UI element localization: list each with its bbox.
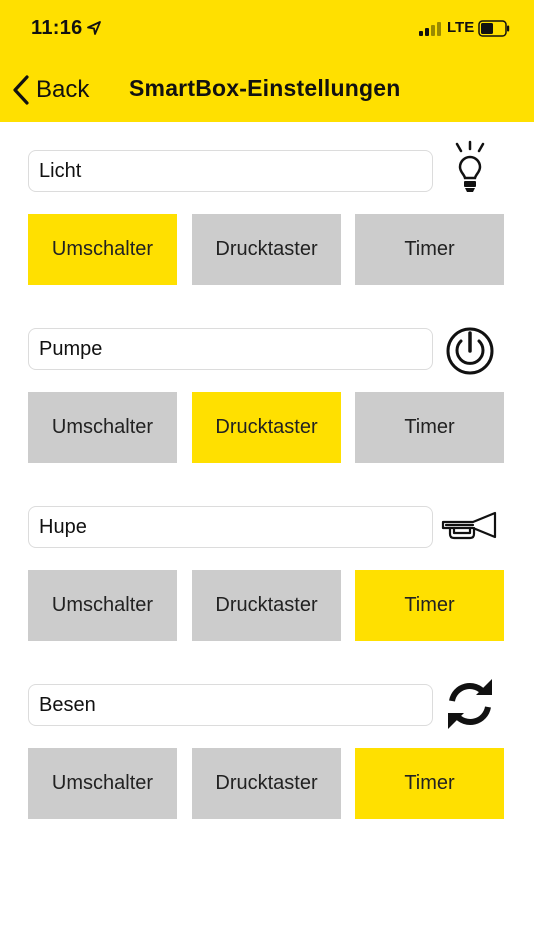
network-type: LTE [447,19,475,36]
power-icon [446,327,494,375]
top-bar: 11:16 LTE Back SmartBox-Einstellungen [0,0,534,122]
battery-icon [478,20,510,37]
mode-button-umschalter[interactable]: Umschalter [28,570,177,641]
back-button[interactable]: Back [10,70,89,110]
device-name-field[interactable] [28,506,433,548]
mode-button-drucktaster[interactable]: Drucktaster [192,570,341,641]
device-name-field[interactable] [28,684,433,726]
chevron-left-icon [13,75,29,105]
mode-button-drucktaster[interactable]: Drucktaster [192,214,341,285]
back-label: Back [36,76,90,103]
device-section-hupe: Umschalter Drucktaster Timer [0,506,534,646]
lightbulb-icon [455,140,485,192]
mode-button-timer[interactable]: Timer [355,392,504,463]
device-section-licht: Umschalter Drucktaster Timer [0,140,534,290]
mode-button-umschalter[interactable]: Umschalter [28,392,177,463]
mode-button-umschalter[interactable]: Umschalter [28,214,177,285]
mode-button-drucktaster[interactable]: Drucktaster [192,748,341,819]
horn-icon [441,511,497,540]
device-name-field[interactable] [28,150,433,192]
mode-button-timer[interactable]: Timer [355,570,504,641]
device-section-pumpe: Umschalter Drucktaster Timer [0,327,534,468]
location-arrow-icon [87,21,101,35]
page-title: SmartBox-Einstellungen [129,75,401,101]
status-time: 11:16 [31,17,83,39]
refresh-icon [448,679,492,729]
mode-button-umschalter[interactable]: Umschalter [28,748,177,819]
device-section-besen: Umschalter Drucktaster Timer [0,679,534,824]
signal-icon [419,22,443,36]
mode-button-timer[interactable]: Timer [355,214,504,285]
mode-button-drucktaster[interactable]: Drucktaster [192,392,341,463]
mode-button-timer[interactable]: Timer [355,748,504,819]
device-name-field[interactable] [28,328,433,370]
